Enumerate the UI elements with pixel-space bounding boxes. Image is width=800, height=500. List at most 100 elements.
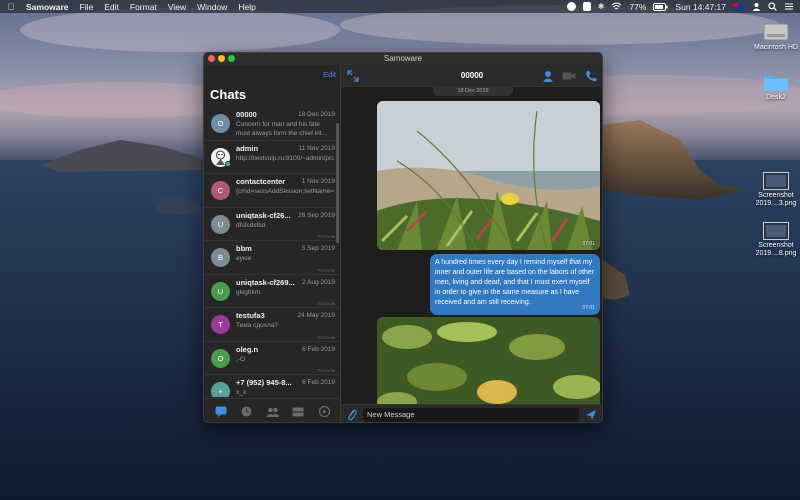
desktop-icon-label: Screenshot 2019....8.png: [755, 242, 797, 257]
menu-view[interactable]: View: [168, 2, 186, 12]
photo-message-2[interactable]: [377, 317, 600, 404]
input-source-flag-icon[interactable]: [733, 2, 745, 11]
chat-list-scrollbar[interactable]: [336, 123, 339, 243]
clock-icon: [241, 406, 252, 417]
play-circle-icon: [318, 406, 330, 417]
wifi-icon[interactable]: [611, 2, 622, 11]
tab-recents[interactable]: [240, 405, 253, 418]
tab-contacts[interactable]: [265, 405, 279, 418]
menu-file[interactable]: File: [80, 2, 94, 12]
menu-help[interactable]: Help: [238, 2, 255, 12]
chat-item-contactcenter[interactable]: C contactcenter 1 Nov 2019 {cmd=sessAddS…: [204, 174, 341, 208]
chat-item-admin[interactable]: admin 11 Nov 2019 http://bestvoip.ru:810…: [204, 141, 341, 174]
chat-name: testufa3: [236, 311, 265, 320]
photo-message-1[interactable]: 07:01: [377, 101, 600, 250]
edit-button[interactable]: Edit: [323, 70, 336, 79]
desktop-icon-screenshot-1[interactable]: Screenshot 2019....3.png: [748, 172, 800, 208]
chat-item-00000[interactable]: O 00000 18 Dec 2019 Concern for man and …: [204, 107, 341, 141]
video-call-icon[interactable]: [562, 70, 576, 82]
chat-preview: eyюe: [236, 255, 252, 262]
date-separator: 18 Dec 2019: [433, 87, 513, 96]
desktop-icon-label: Macintosh HD: [754, 44, 798, 51]
battery-icon[interactable]: [653, 2, 668, 11]
desktop-icon-screenshot-2[interactable]: Screenshot 2019....8.png: [748, 222, 800, 258]
contact-info-icon[interactable]: [542, 70, 554, 82]
chat-bubble-icon: [215, 406, 227, 417]
message-composer: New Message: [341, 404, 602, 422]
chat-stamp: Потоком: [317, 334, 335, 340]
paperclip-attach-icon[interactable]: [346, 409, 358, 421]
leaves-photo: [377, 317, 600, 404]
close-window-button[interactable]: [208, 55, 215, 62]
message-text: A hundred times every day I remind mysel…: [435, 259, 595, 306]
chat-date: 5 Sep 2019: [301, 245, 335, 252]
shield-check-icon[interactable]: [582, 2, 591, 11]
desktop-icon-macintosh-hd[interactable]: Macintosh HD: [748, 22, 800, 52]
user-icon[interactable]: [752, 2, 761, 11]
apple-menu-icon[interactable]: : [6, 2, 16, 12]
avatar: U: [211, 281, 230, 301]
tab-mail[interactable]: [292, 405, 305, 418]
spotlight-search-icon[interactable]: [768, 2, 777, 11]
bluetooth-icon[interactable]: ✱: [598, 2, 605, 11]
folder-icon: [764, 76, 788, 91]
chat-name: bbm: [236, 244, 252, 253]
chat-stamp: Потоком: [317, 301, 335, 306]
tab-chats[interactable]: [214, 405, 227, 418]
chat-item-testufa3[interactable]: T testufa3 24 May 2019 Тема сдохла? Пото…: [204, 308, 341, 342]
menu-app-name[interactable]: Samoware: [26, 2, 69, 12]
samoware-status-icon[interactable]: [566, 2, 576, 11]
avatar: C: [211, 181, 230, 200]
chat-preview: Concern for man and his fate must always…: [236, 121, 328, 137]
menu-edit[interactable]: Edit: [104, 2, 119, 12]
chat-item-phone[interactable]: + +7 (952) 945-8... 6 Feb 2019 x_x: [204, 375, 341, 397]
new-message-input[interactable]: New Message: [363, 408, 579, 422]
avatar: +: [211, 382, 230, 397]
avatar: B: [211, 248, 230, 267]
chat-list[interactable]: O 00000 18 Dec 2019 Concern for man and …: [204, 107, 341, 397]
menubar-clock[interactable]: Sun 14:47:17: [675, 2, 726, 12]
avatar: O: [211, 114, 230, 133]
chat-preview: http://bestvoip.ru:8100/~admin/protected…: [236, 154, 334, 162]
conversation-header: 00000: [341, 65, 602, 87]
chat-preview: dfsfcdsfsd: [236, 221, 266, 229]
battery-percent[interactable]: 77%: [629, 2, 646, 12]
chat-item-uniqtask-1[interactable]: U uniqtask-cf26... 26 Sep 2019 dfsfcdsfs…: [204, 208, 341, 241]
window-titlebar[interactable]: Samoware: [204, 53, 602, 65]
chat-preview: Тема сдохла?: [236, 322, 278, 329]
desktop-icon-desk2[interactable]: Desk2: [748, 72, 800, 102]
chat-item-bbm[interactable]: B bbm 5 Sep 2019 eyюe Потоком: [204, 241, 341, 275]
chat-name: admin: [236, 143, 259, 153]
message-timestamp: 07:01: [582, 305, 595, 311]
bottom-tab-bar: [204, 398, 341, 422]
control-menu-icon[interactable]: [784, 2, 794, 11]
traffic-lights: [208, 55, 235, 62]
avatar: U: [211, 214, 230, 234]
outgoing-message-bubble[interactable]: A hundred times every day I remind mysel…: [430, 254, 600, 315]
chat-date: 11 Nov 2019: [298, 144, 335, 152]
menu-bar:  Samoware File Edit Format View Window …: [0, 0, 800, 13]
window-title: Samoware: [383, 54, 423, 63]
status-area: ✱ 77% Sun 14:47:17: [566, 2, 794, 12]
menu-format[interactable]: Format: [130, 2, 157, 12]
chat-item-uniqtask-2[interactable]: U uniqtask-cf269... 2 Aug 2019 gkighkm П…: [204, 275, 341, 308]
image-file-icon: [763, 172, 789, 190]
chat-preview: ;-O: [236, 355, 246, 363]
chat-stamp: Потоком: [317, 368, 335, 373]
chat-date: 2 Aug 2019: [302, 278, 335, 286]
avatar: T: [211, 315, 230, 334]
tab-media[interactable]: [318, 405, 331, 418]
conversation-pane: 00000 18 Dec 2019 07:01 A hundred times …: [341, 65, 602, 422]
minimize-window-button[interactable]: [218, 55, 225, 62]
phone-call-icon[interactable]: [585, 70, 597, 82]
chat-preview: gkighkm: [236, 288, 261, 296]
chat-name: uniqtask-cf269...: [236, 277, 295, 287]
zoom-window-button[interactable]: [228, 55, 235, 62]
message-list[interactable]: 18 Dec 2019 07:01 A hundred times every …: [341, 87, 602, 404]
chat-item-oleg-n[interactable]: O oleg.n 6 Feb 2019 ;-O Потоком: [204, 342, 341, 375]
desktop-icon-label: Desk2: [766, 94, 786, 101]
desktop-icon-label: Screenshot 2019....3.png: [755, 192, 797, 207]
online-status-dot: [225, 160, 231, 167]
menu-window[interactable]: Window: [197, 2, 227, 12]
send-icon[interactable]: [585, 409, 597, 421]
